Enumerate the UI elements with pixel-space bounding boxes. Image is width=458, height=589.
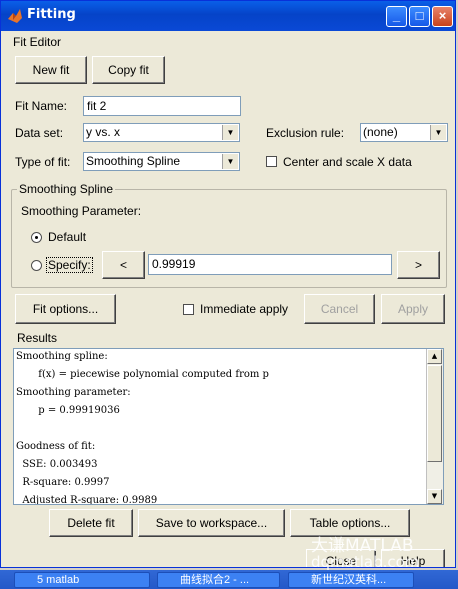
type-of-fit-label: Type of fit:	[15, 155, 71, 169]
save-to-workspace-button[interactable]: Save to workspace...	[138, 509, 285, 537]
exclusion-rule-value: (none)	[363, 125, 398, 139]
scroll-down-button[interactable]: ▼	[427, 489, 442, 504]
result-line: f(x) = piecewise polynomial computed fro…	[16, 369, 269, 380]
result-line: Smoothing spline:	[16, 351, 108, 362]
maximize-icon: □	[415, 8, 424, 23]
chevron-down-icon[interactable]: ▼	[430, 125, 446, 140]
result-line: SSE: 0.003493	[16, 459, 98, 470]
results-text-area[interactable]: Smoothing spline: f(x) = piecewise polyn…	[13, 348, 444, 505]
scroll-up-button[interactable]: ▲	[427, 349, 442, 364]
minimize-button[interactable]: _	[386, 6, 407, 27]
center-scale-label: Center and scale X data	[283, 155, 412, 169]
taskbar-item-matlab[interactable]: 5 matlab	[14, 572, 150, 588]
result-line: Adjusted R-square: 0.9989	[16, 495, 158, 505]
specify-radio-label: Specify:	[46, 257, 93, 273]
results-scrollbar[interactable]: ▲ ▼	[426, 349, 443, 504]
specify-radio[interactable]	[31, 260, 42, 271]
default-radio-label: Default	[48, 230, 87, 244]
taskbar-item-label: 5 matlab	[37, 574, 80, 586]
window-title: Fitting	[27, 7, 76, 22]
watermark-url: dqmatlab.com	[311, 553, 420, 571]
new-fit-button[interactable]: New fit	[15, 56, 87, 84]
result-line: Goodness of fit:	[16, 441, 96, 452]
fit-options-button[interactable]: Fit options...	[15, 294, 116, 324]
taskbar: 5 matlab 曲线拟合2 - ... 新世纪汉英科...	[0, 570, 458, 589]
data-set-select[interactable]: y vs. x ▼	[83, 123, 240, 142]
smoothing-value-input[interactable]: 0.99919	[148, 254, 392, 275]
cancel-button[interactable]: Cancel	[304, 294, 375, 324]
immediate-apply-checkbox[interactable]	[183, 304, 194, 315]
taskbar-item-label: 曲线拟合2 - ...	[180, 574, 250, 586]
taskbar-item-label: 新世纪汉英科...	[311, 574, 387, 586]
result-line: Smoothing parameter:	[16, 387, 131, 398]
immediate-apply-label: Immediate apply	[200, 302, 289, 316]
type-of-fit-value: Smoothing Spline	[86, 154, 181, 168]
decrease-smoothing-button[interactable]: <	[102, 251, 145, 279]
delete-fit-button[interactable]: Delete fit	[49, 509, 133, 537]
copy-fit-button[interactable]: Copy fit	[92, 56, 165, 84]
chevron-down-icon[interactable]: ▼	[222, 125, 238, 140]
result-line: R-square: 0.9997	[16, 477, 110, 488]
close-window-button[interactable]: ×	[432, 6, 453, 27]
taskbar-item-dictionary[interactable]: 新世纪汉英科...	[288, 572, 414, 588]
data-set-value: y vs. x	[86, 125, 121, 139]
exclusion-rule-select[interactable]: (none) ▼	[360, 123, 448, 142]
fitting-window: Fitting _ □ × Fit Editor New fit Copy fi…	[0, 0, 456, 568]
results-label: Results	[17, 331, 58, 345]
result-line: p = 0.99919036	[16, 405, 120, 416]
increase-smoothing-button[interactable]: >	[397, 251, 440, 279]
chevron-down-icon[interactable]: ▼	[222, 154, 238, 169]
arrow-down-icon: ▼	[431, 492, 438, 500]
fit-name-input[interactable]: fit 2	[83, 96, 241, 116]
fit-name-label: Fit Name:	[15, 99, 68, 113]
exclusion-rule-label: Exclusion rule:	[266, 126, 345, 140]
taskbar-item-document[interactable]: 曲线拟合2 - ...	[157, 572, 280, 588]
type-of-fit-select[interactable]: Smoothing Spline ▼	[83, 152, 240, 171]
data-set-label: Data set:	[15, 126, 64, 140]
arrow-up-icon: ▲	[431, 352, 438, 360]
fit-editor-label: Fit Editor	[13, 35, 62, 49]
title-bar[interactable]: Fitting _ □ ×	[1, 1, 455, 31]
maximize-button[interactable]: □	[409, 6, 430, 27]
center-scale-checkbox[interactable]	[266, 156, 277, 167]
close-icon: ×	[438, 8, 447, 23]
matlab-logo-icon	[8, 9, 22, 23]
default-radio[interactable]	[31, 232, 42, 243]
smoothing-spline-title: Smoothing Spline	[17, 182, 116, 196]
minimize-icon: _	[392, 8, 401, 23]
apply-button[interactable]: Apply	[381, 294, 445, 324]
scroll-thumb[interactable]	[427, 365, 442, 462]
smoothing-parameter-label: Smoothing Parameter:	[21, 204, 142, 218]
